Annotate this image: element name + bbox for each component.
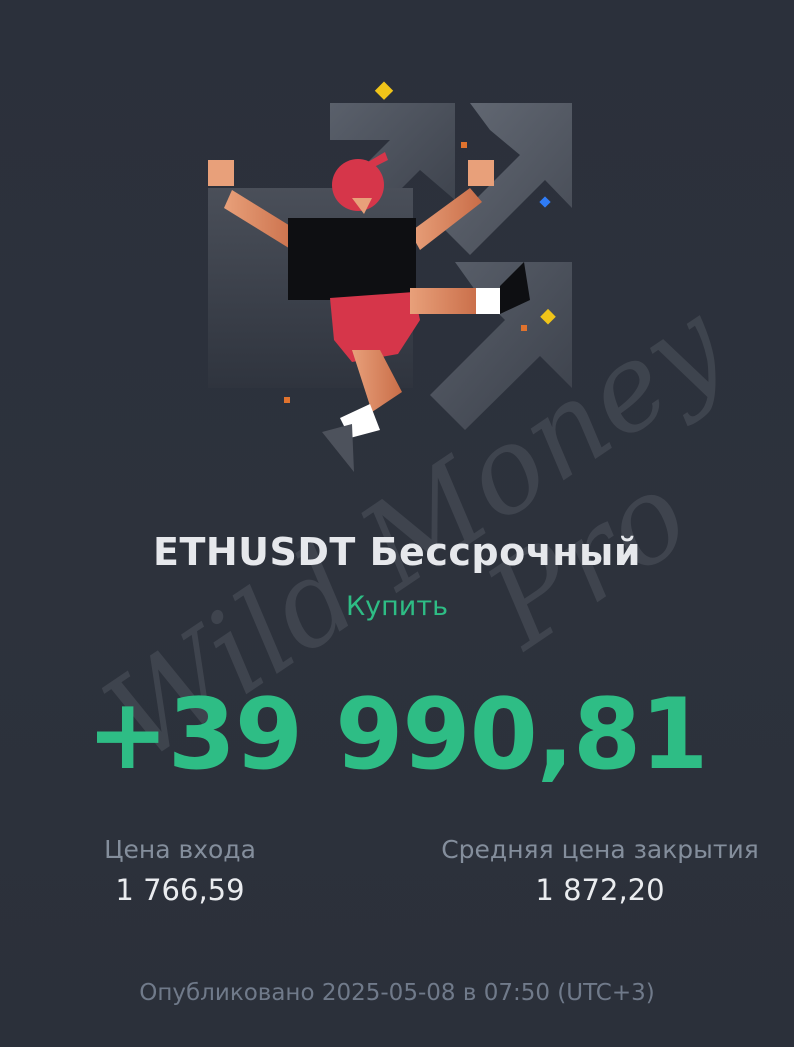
entry-price-label: Цена входа — [104, 835, 256, 864]
jumping-trader-illustration-icon — [208, 81, 572, 472]
contract-title: ETHUSDT Бессрочный — [152, 530, 642, 574]
close-price-label: Средняя цена закрытия — [441, 835, 759, 864]
pnl-share-card: Wild Money Pro ETHUSDT Бессрочный Купить… — [0, 0, 794, 1047]
entry-price-block: Цена входа 1 766,59 — [60, 834, 300, 910]
entry-price-value: 1 766,59 — [115, 873, 245, 907]
trade-side-label: Купить — [346, 591, 448, 622]
pnl-value: +39 990,81 — [86, 678, 709, 792]
published-timestamp: Опубликовано 2025-05-08 в 07:50 (UTC+3) — [139, 980, 655, 1006]
close-price-value: 1 872,20 — [535, 873, 665, 907]
close-price-block: Средняя цена закрытия 1 872,20 — [420, 834, 780, 910]
